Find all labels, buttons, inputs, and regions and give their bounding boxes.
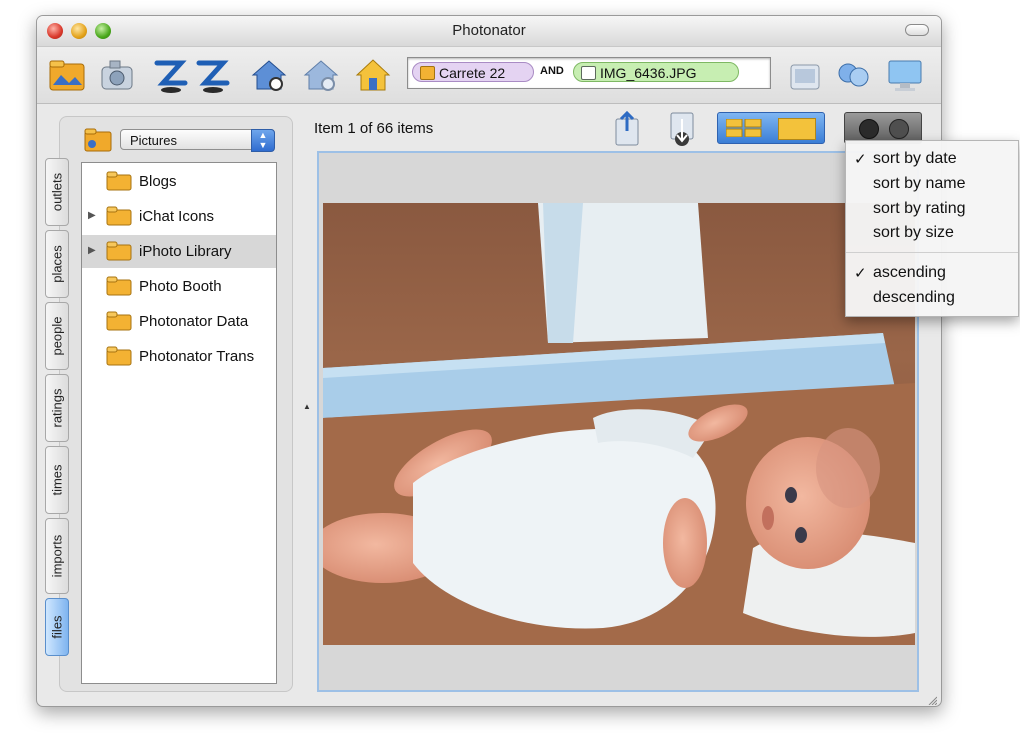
tab-ratings[interactable]: ratings	[45, 374, 69, 442]
photo-preview[interactable]	[323, 203, 915, 645]
list-item-label: Blogs	[139, 173, 177, 190]
tab-files[interactable]: files	[45, 598, 69, 656]
search-query-field[interactable]: Carrete 22 AND IMG_6436.JPG	[407, 57, 771, 89]
folder-icon	[106, 311, 132, 331]
folder-icon	[106, 206, 132, 226]
list-item[interactable]: Photonator Trans	[82, 340, 276, 373]
menu-separator	[846, 252, 1018, 253]
source-select-value: Pictures	[130, 133, 177, 148]
home-icon[interactable]	[353, 55, 393, 95]
list-item[interactable]: Photonator Data	[82, 305, 276, 338]
sort-az-icon[interactable]	[193, 55, 233, 95]
search-token-file[interactable]: IMG_6436.JPG	[573, 62, 739, 82]
photonator-window: Photonator Carrete 22 AND IMG_6436.JPG o…	[36, 15, 942, 707]
list-item-label: Photonator Data	[139, 313, 249, 330]
display-icon[interactable]	[885, 55, 925, 95]
window-title: Photonator	[452, 22, 526, 39]
toolbar: Carrete 22 AND IMG_6436.JPG	[37, 47, 941, 104]
single-view-icon[interactable]	[778, 118, 816, 140]
source-folder-icon	[84, 126, 112, 152]
tab-imports[interactable]: imports	[45, 518, 69, 594]
menu-item-sort-by-rating[interactable]: sort by rating	[846, 197, 1018, 221]
folder-icon	[106, 346, 132, 366]
tab-people[interactable]: people	[45, 302, 69, 370]
folder-icon	[106, 171, 132, 191]
album-icon[interactable]	[785, 55, 825, 95]
list-item-label: Photonator Trans	[139, 348, 255, 365]
menu-item-descending[interactable]: descending	[846, 286, 1018, 310]
list-item[interactable]: ▶ iChat Icons	[82, 200, 276, 233]
list-item-label: Photo Booth	[139, 278, 222, 295]
tab-times[interactable]: times	[45, 446, 69, 514]
list-item[interactable]: Blogs	[82, 165, 276, 198]
tab-outlets[interactable]: outlets	[45, 158, 69, 226]
home-search-icon[interactable]	[249, 55, 289, 95]
export-button[interactable]	[667, 109, 697, 149]
tab-places[interactable]: places	[45, 230, 69, 298]
resize-grip-icon[interactable]	[927, 692, 938, 706]
grid-view-icon[interactable]	[725, 118, 762, 138]
search-token-album[interactable]: Carrete 22	[412, 62, 534, 82]
menu-item-sort-by-size[interactable]: sort by size	[846, 221, 1018, 245]
folder-icon	[106, 241, 132, 261]
source-select[interactable]: Pictures ▲ ▼	[120, 129, 275, 152]
folder-icon[interactable]	[47, 55, 87, 95]
view-mode-segmented-control[interactable]	[717, 112, 825, 144]
camera-icon[interactable]	[97, 55, 137, 95]
list-item-label: iChat Icons	[139, 208, 215, 225]
search-token-album-label: Carrete 22	[439, 65, 506, 81]
sort-icon	[859, 119, 879, 139]
menu-item-sort-by-name[interactable]: sort by name	[846, 172, 1018, 196]
menu-item-ascending[interactable]: ✓ ascending	[846, 261, 1018, 285]
file-list: Blogs ▶ iChat Icons ▶ iPhoto Library Pho…	[81, 162, 277, 684]
search-operator: AND	[540, 65, 564, 77]
info-icon	[889, 119, 909, 139]
item-count-label: Item 1 of 66 items	[314, 120, 434, 137]
search-token-file-label: IMG_6436.JPG	[600, 65, 697, 81]
checkmark-icon: ✓	[854, 265, 867, 282]
image-token-icon	[581, 66, 596, 80]
home-add-icon[interactable]	[301, 55, 341, 95]
menu-item-sort-by-date[interactable]: ✓ sort by date	[846, 147, 1018, 171]
album-token-icon	[420, 66, 435, 80]
sort-menu: ✓ sort by date sort by name sort by rati…	[845, 140, 1019, 317]
list-item-label: iPhoto Library	[139, 243, 232, 260]
sort-za-icon[interactable]	[151, 55, 191, 95]
toolbar-toggle-button[interactable]	[905, 24, 929, 36]
sync-icon[interactable]	[833, 55, 873, 95]
folder-icon	[106, 276, 132, 296]
select-arrows-icon: ▲ ▼	[251, 129, 275, 152]
import-button[interactable]	[612, 109, 642, 149]
disclosure-triangle-icon[interactable]: ▶	[88, 210, 96, 221]
list-item[interactable]: ▶ iPhoto Library	[82, 235, 276, 268]
disclosure-triangle-icon[interactable]: ▶	[88, 245, 96, 256]
collapse-arrow-icon[interactable]: ▲	[303, 402, 311, 411]
checkmark-icon: ✓	[854, 151, 867, 168]
list-item[interactable]: Photo Booth	[82, 270, 276, 303]
title-bar[interactable]: Photonator	[37, 16, 941, 47]
